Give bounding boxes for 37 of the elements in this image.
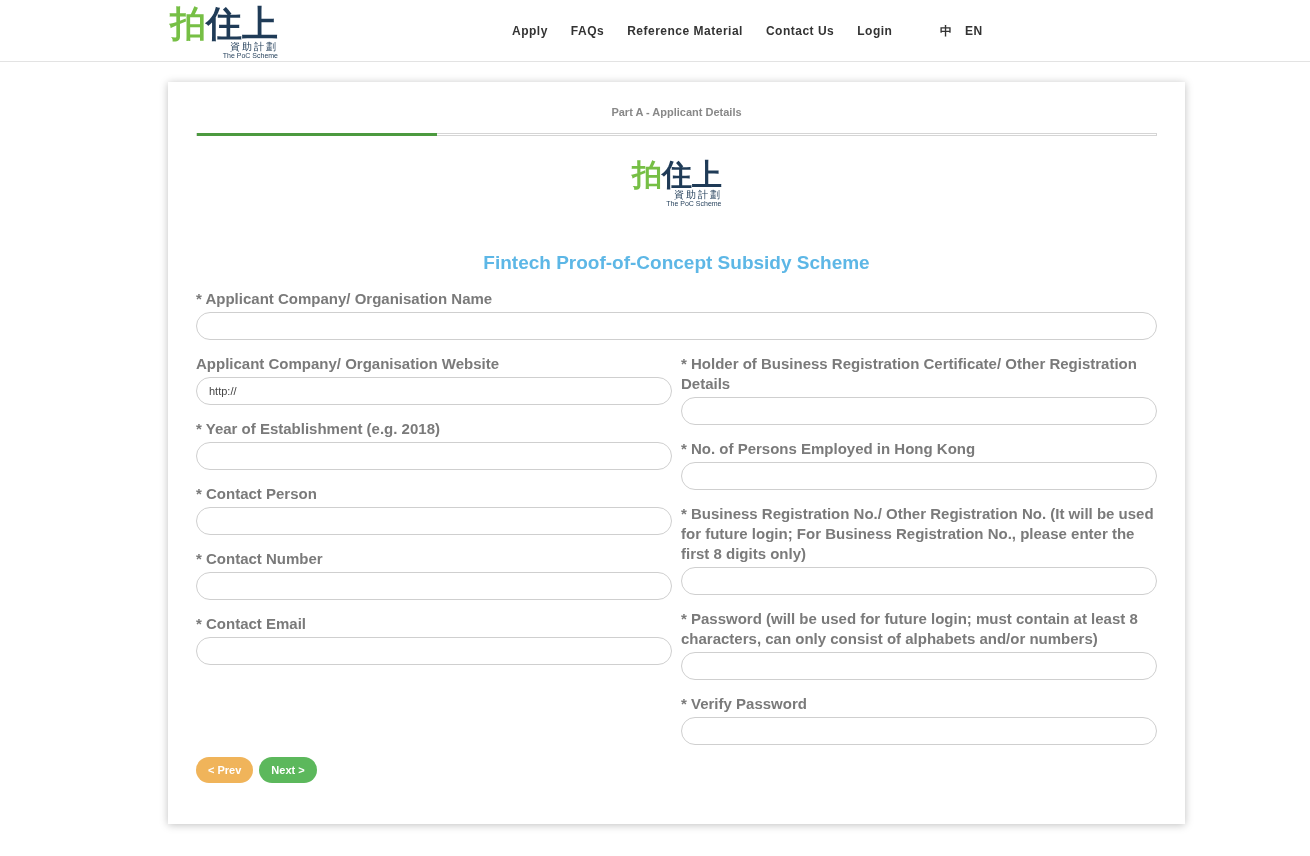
field-label: * Verify Password: [681, 694, 808, 714]
input-field[interactable]: [196, 572, 672, 600]
input-field[interactable]: http://: [196, 377, 672, 405]
nav-link[interactable]: Reference Material: [627, 21, 743, 40]
language-link[interactable]: EN: [964, 21, 983, 40]
field-label: * Applicant Company/ Organisation Name: [196, 289, 494, 309]
nav-link[interactable]: FAQs: [570, 21, 605, 40]
language-link[interactable]: 中: [940, 21, 953, 40]
input-field[interactable]: [196, 312, 1157, 340]
input-field[interactable]: [196, 637, 672, 665]
field-label: * Password (will be used for future login; must contain at least 8 characters, can only consist of alphabets and/or numbers): [681, 609, 1139, 649]
form-title: Fintech Proof-of-Concept Subsidy Scheme: [482, 250, 871, 275]
field-label: * Contact Email: [196, 614, 308, 634]
input-field[interactable]: [681, 652, 1157, 680]
logo-text: 拍: [170, 6, 206, 42]
logo-text: 住上: [661, 159, 722, 190]
field-label: * Contact Number: [196, 549, 324, 569]
input-field[interactable]: [681, 462, 1157, 490]
logo-text: 住上: [206, 6, 278, 42]
field-label: * Business Registration No./ Other Registration No. (It will be used for future login; For Business Registration No., please enter the first 8 digits only): [681, 504, 1155, 564]
logo-subtitle: 資助計劃: [230, 42, 278, 52]
field-label: * Year of Establishment (e.g. 2018): [196, 419, 441, 439]
step-title: Part A - Applicant Details: [611, 105, 742, 120]
logo-text: 拍: [631, 159, 662, 190]
field-label: * Holder of Business Registration Certificate/ Other Registration Details: [681, 354, 1138, 394]
input-field[interactable]: [681, 717, 1157, 745]
field-label: Applicant Company/ Organisation Website: [196, 354, 501, 374]
nav-link[interactable]: Login: [857, 21, 893, 40]
nav-link[interactable]: Apply: [512, 21, 548, 40]
logo-subtitle: 資助計劃: [673, 189, 722, 200]
input-field[interactable]: [196, 442, 672, 470]
field-label: * No. of Persons Employed in Hong Kong: [681, 439, 977, 459]
nav-link[interactable]: Contact Us: [765, 21, 835, 40]
input-field[interactable]: [196, 507, 672, 535]
input-field[interactable]: [681, 397, 1157, 425]
input-field[interactable]: [681, 567, 1157, 595]
field-label: * Contact Person: [196, 484, 318, 504]
